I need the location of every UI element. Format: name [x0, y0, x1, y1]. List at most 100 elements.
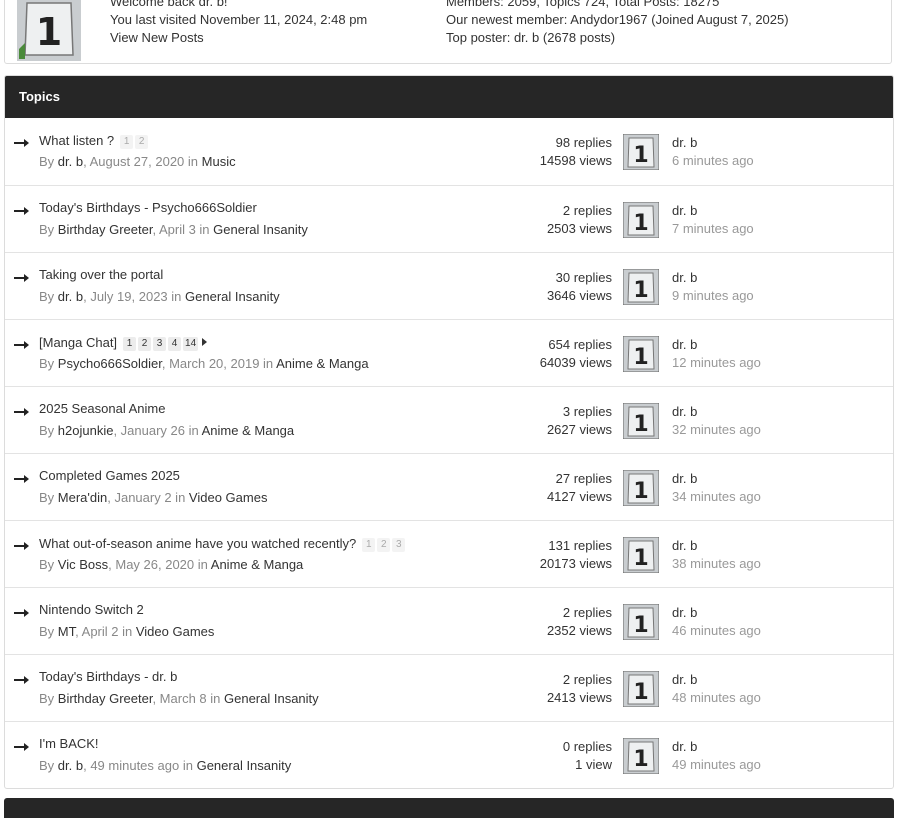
last-post-info: dr. b 46 minutes ago — [672, 604, 761, 640]
topic-title-line: Nintendo Switch 2 — [39, 602, 144, 617]
user-avatar[interactable]: 1 — [17, 0, 81, 61]
topic-author-link[interactable]: Mera'din — [58, 490, 107, 505]
topic-author-link[interactable]: MT — [58, 624, 75, 639]
page-link[interactable]: 14 — [183, 337, 199, 351]
page-link[interactable]: 2 — [377, 538, 391, 552]
topic-date: , March 8 in — [152, 691, 221, 706]
topic-forum-link[interactable]: General Insanity — [213, 222, 308, 237]
newest-member-link[interactable]: Andydor1967 — [570, 12, 647, 27]
view-new-posts-link[interactable]: View New Posts — [110, 30, 204, 45]
svg-text:1: 1 — [633, 747, 648, 772]
topic-title-link[interactable]: What listen ? — [39, 133, 114, 148]
last-poster-link[interactable]: dr. b — [672, 203, 697, 218]
last-poster-avatar[interactable]: 1 — [622, 469, 660, 507]
topic-title-link[interactable]: Today's Birthdays - Psycho666Soldier — [39, 200, 257, 215]
top-poster-label: Top poster: — [446, 30, 511, 45]
topic-forum-link[interactable]: Anime & Manga — [211, 557, 304, 572]
topic-author-link[interactable]: dr. b — [58, 289, 83, 304]
last-poster-link[interactable]: dr. b — [672, 471, 697, 486]
page-link[interactable]: 1 — [120, 135, 134, 149]
topic-counts: 2 replies 2503 views — [547, 202, 612, 238]
topic-author-link[interactable]: Vic Boss — [58, 557, 108, 572]
last-poster-avatar[interactable]: 1 — [622, 737, 660, 775]
last-poster-link[interactable]: dr. b — [672, 337, 697, 352]
topic-forum-link[interactable]: General Insanity — [197, 758, 292, 773]
page-link[interactable]: 1 — [123, 337, 137, 351]
last-post-time-link[interactable]: 12 minutes ago — [672, 355, 761, 370]
topic-forum-link[interactable]: Anime & Manga — [202, 423, 295, 438]
last-post-time-link[interactable]: 9 minutes ago — [672, 288, 754, 303]
topic-title-line: I'm BACK! — [39, 736, 99, 751]
topic-title-link[interactable]: [Manga Chat] — [39, 335, 117, 350]
topic-title-link[interactable]: Completed Games 2025 — [39, 468, 180, 483]
last-poster-avatar[interactable]: 1 — [622, 335, 660, 373]
last-post-time-link[interactable]: 49 minutes ago — [672, 757, 761, 772]
page-link[interactable]: 1 — [362, 538, 376, 552]
svg-text:1: 1 — [633, 211, 648, 236]
topic-title-link[interactable]: 2025 Seasonal Anime — [39, 401, 165, 416]
topic-title-link[interactable]: Nintendo Switch 2 — [39, 602, 144, 617]
last-poster-link[interactable]: dr. b — [672, 672, 697, 687]
last-post-time-link[interactable]: 32 minutes ago — [672, 422, 761, 437]
last-poster-link[interactable]: dr. b — [672, 739, 697, 754]
last-poster-link[interactable]: dr. b — [672, 270, 697, 285]
topic-forum-link[interactable]: Anime & Manga — [276, 356, 369, 371]
topic-forum-link[interactable]: Music — [202, 154, 236, 169]
next-page-icon[interactable] — [202, 338, 208, 346]
last-poster-link[interactable]: dr. b — [672, 605, 697, 620]
topic-forum-link[interactable]: General Insanity — [224, 691, 319, 706]
page-link[interactable]: 3 — [392, 538, 406, 552]
topic-author-link[interactable]: Birthday Greeter — [58, 691, 153, 706]
topic-counts: 131 replies 20173 views — [540, 537, 612, 573]
last-post-time-link[interactable]: 7 minutes ago — [672, 221, 754, 236]
last-post-info: dr. b 6 minutes ago — [672, 134, 754, 170]
last-poster-avatar[interactable]: 1 — [622, 670, 660, 708]
last-poster-avatar[interactable]: 1 — [622, 603, 660, 641]
topic-row: Nintendo Switch 2 By MT, April 2 in Video… — [5, 587, 893, 654]
last-poster-avatar[interactable]: 1 — [622, 402, 660, 440]
page-link[interactable]: 4 — [168, 337, 182, 351]
view-count: 2413 views — [546, 690, 612, 705]
avatar-image: 1 — [622, 335, 660, 373]
by-label: By — [39, 423, 55, 438]
topic-row: What out-of-season anime have you watche… — [5, 520, 893, 587]
topic-row: Taking over the portal By dr. b, July 19,… — [5, 252, 893, 319]
page-link[interactable]: 2 — [135, 135, 149, 149]
topic-forum-link[interactable]: Video Games — [189, 490, 268, 505]
reply-count: 654 replies — [548, 337, 612, 352]
topic-date: , 49 minutes ago in — [83, 758, 193, 773]
topic-author-link[interactable]: Birthday Greeter — [58, 222, 153, 237]
topic-forum-link[interactable]: General Insanity — [185, 289, 280, 304]
last-poster-avatar[interactable]: 1 — [622, 133, 660, 171]
page-link[interactable]: 3 — [153, 337, 167, 351]
last-post-time-link[interactable]: 38 minutes ago — [672, 556, 761, 571]
last-post-time-link[interactable]: 34 minutes ago — [672, 489, 761, 504]
topic-title-link[interactable]: Today's Birthdays - dr. b — [39, 669, 177, 684]
topic-counts: 2 replies 2352 views — [547, 604, 612, 640]
topic-forum-link[interactable]: Video Games — [136, 624, 215, 639]
topic-title-link[interactable]: Taking over the portal — [39, 267, 163, 282]
last-post-time-link[interactable]: 6 minutes ago — [672, 153, 754, 168]
last-poster-link[interactable]: dr. b — [672, 135, 697, 150]
svg-text:1: 1 — [633, 412, 648, 437]
topic-author-link[interactable]: dr. b — [58, 758, 83, 773]
last-poster-avatar[interactable]: 1 — [622, 536, 660, 574]
top-poster-link[interactable]: dr. b — [514, 30, 539, 45]
topic-meta: By dr. b, July 19, 2023 in General Insan… — [39, 289, 280, 304]
topic-title-link[interactable]: What out-of-season anime have you watche… — [39, 536, 356, 551]
topic-author-link[interactable]: h2ojunkie — [58, 423, 114, 438]
topic-row: [Manga Chat] 1 2 3 4 14 By Psycho666Soldier, M… — [5, 319, 893, 386]
last-poster-link[interactable]: dr. b — [672, 538, 697, 553]
last-post-info: dr. b 48 minutes ago — [672, 671, 761, 707]
page-link[interactable]: 2 — [138, 337, 152, 351]
last-post-time-link[interactable]: 48 minutes ago — [672, 690, 761, 705]
last-poster-link[interactable]: dr. b — [672, 404, 697, 419]
last-post-info: dr. b 49 minutes ago — [672, 738, 761, 774]
last-poster-avatar[interactable]: 1 — [622, 268, 660, 306]
last-post-time-link[interactable]: 46 minutes ago — [672, 623, 761, 638]
topic-title-link[interactable]: I'm BACK! — [39, 736, 99, 751]
board-statistics: Members: 2059, Topics 724, Total Posts: … — [446, 0, 789, 47]
last-poster-avatar[interactable]: 1 — [622, 201, 660, 239]
topic-author-link[interactable]: Psycho666Soldier — [58, 356, 162, 371]
topic-author-link[interactable]: dr. b — [58, 154, 83, 169]
